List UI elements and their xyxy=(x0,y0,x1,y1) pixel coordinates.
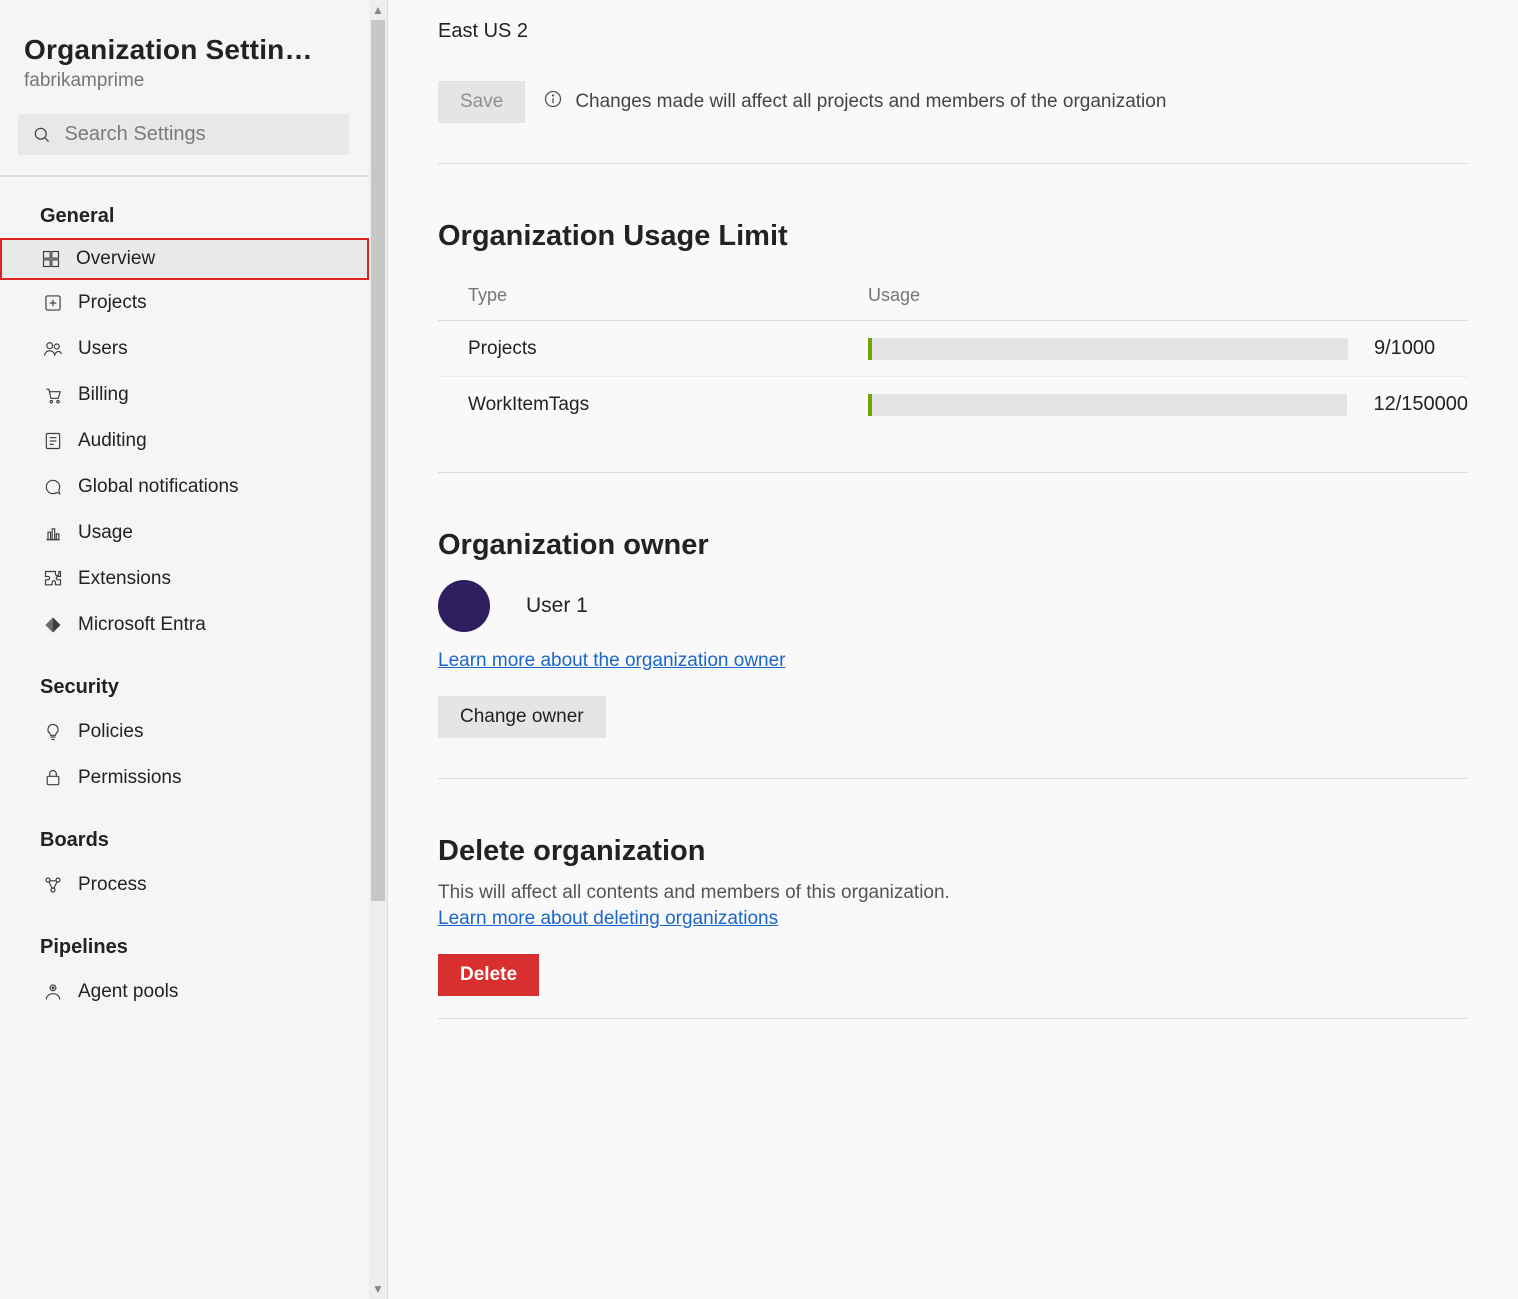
entra-icon xyxy=(42,614,64,636)
sidebar-section-heading: Boards xyxy=(0,801,369,862)
region-label: East US 2 xyxy=(438,0,1468,43)
usage-table-body: Projects 9/1000 WorkItemTags 12/150000 xyxy=(438,321,1468,432)
usage-bar xyxy=(868,394,1348,416)
sidebar-item-billing[interactable]: Billing xyxy=(0,372,369,418)
lock-icon xyxy=(42,767,64,789)
agent-icon xyxy=(42,981,64,1003)
cart-icon xyxy=(42,384,64,406)
plusbox-icon xyxy=(42,292,64,314)
scrollbar-thumb[interactable] xyxy=(371,20,385,901)
users-icon xyxy=(42,338,64,360)
search-icon xyxy=(32,124,52,146)
sidebar-search[interactable] xyxy=(18,114,349,155)
save-info-text: Changes made will affect all projects an… xyxy=(575,91,1166,113)
scrollbar-track[interactable] xyxy=(369,20,387,1279)
sidebar-item-process[interactable]: Process xyxy=(0,862,369,908)
usage-bar xyxy=(868,338,1348,360)
sidebar-item-label: Users xyxy=(78,338,128,360)
avatar xyxy=(438,580,490,632)
sidebar-item-label: Auditing xyxy=(78,430,147,452)
owner-learn-more-link[interactable]: Learn more about the organization owner xyxy=(438,650,786,671)
delete-description: This will affect all contents and member… xyxy=(438,882,1468,904)
usage-row: Projects 9/1000 xyxy=(438,321,1468,377)
usage-col-type: Type xyxy=(468,285,868,306)
sidebar-item-globalnotifications[interactable]: Global notifications xyxy=(0,464,369,510)
app-root: Organization Settin… fabrikamprime Gener… xyxy=(0,0,1518,1299)
usage-row-type: Projects xyxy=(468,338,868,360)
sidebar-item-auditing[interactable]: Auditing xyxy=(0,418,369,464)
owner-heading: Organization owner xyxy=(438,529,1468,562)
owner-name: User 1 xyxy=(526,594,588,618)
sidebar-section-heading: Security xyxy=(0,648,369,709)
sidebar-item-policies[interactable]: Policies xyxy=(0,709,369,755)
save-info-message: Changes made will affect all projects an… xyxy=(543,89,1166,115)
save-button[interactable]: Save xyxy=(438,81,525,123)
delete-learn-more-link[interactable]: Learn more about deleting organizations xyxy=(438,908,778,929)
bubble-icon xyxy=(42,476,64,498)
grid-icon xyxy=(40,248,62,270)
sidebar: Organization Settin… fabrikamprime Gener… xyxy=(0,0,388,1299)
sidebar-item-label: Process xyxy=(78,874,147,896)
list-icon xyxy=(42,430,64,452)
sidebar-item-label: Overview xyxy=(76,248,155,270)
delete-button[interactable]: Delete xyxy=(438,954,539,996)
sidebar-subtitle: fabrikamprime xyxy=(24,70,349,92)
sidebar-item-label: Global notifications xyxy=(78,476,239,498)
sidebar-item-users[interactable]: Users xyxy=(0,326,369,372)
sidebar-item-microsoftentra[interactable]: Microsoft Entra xyxy=(0,602,369,648)
usage-row-value: 12/150000 xyxy=(1373,393,1468,416)
search-input[interactable] xyxy=(52,122,335,147)
sidebar-item-projects[interactable]: Projects xyxy=(0,280,369,326)
sidebar-item-label: Billing xyxy=(78,384,129,406)
puzzle-icon xyxy=(42,568,64,590)
main-content: East US 2 Save Changes made will affect … xyxy=(388,0,1518,1299)
delete-heading: Delete organization xyxy=(438,835,1468,868)
bulb-icon xyxy=(42,721,64,743)
barchart-icon xyxy=(42,522,64,544)
usage-row-value: 9/1000 xyxy=(1374,337,1435,360)
sidebar-nav: General Overview Projects Users Billing Audit… xyxy=(0,177,369,1015)
usage-row-type: WorkItemTags xyxy=(468,394,868,416)
sidebar-item-permissions[interactable]: Permissions xyxy=(0,755,369,801)
sidebar-title: Organization Settin… xyxy=(24,34,349,66)
process-icon xyxy=(42,874,64,896)
change-owner-button[interactable]: Change owner xyxy=(438,696,606,738)
sidebar-item-usage[interactable]: Usage xyxy=(0,510,369,556)
sidebar-item-label: Extensions xyxy=(78,568,171,590)
scroll-up-icon[interactable]: ▲ xyxy=(372,0,384,20)
sidebar-item-extensions[interactable]: Extensions xyxy=(0,556,369,602)
usage-limit-heading: Organization Usage Limit xyxy=(438,220,1468,253)
sidebar-item-label: Permissions xyxy=(78,767,181,789)
sidebar-item-overview[interactable]: Overview xyxy=(0,238,369,280)
sidebar-scrollbar[interactable]: ▲ ▼ xyxy=(369,0,387,1299)
info-icon xyxy=(543,89,563,115)
sidebar-item-label: Agent pools xyxy=(78,981,178,1003)
usage-table-header: Type Usage xyxy=(438,267,1468,321)
sidebar-item-label: Projects xyxy=(78,292,147,314)
usage-row: WorkItemTags 12/150000 xyxy=(438,377,1468,432)
usage-col-usage: Usage xyxy=(868,285,920,306)
sidebar-item-label: Microsoft Entra xyxy=(78,614,206,636)
sidebar-item-label: Policies xyxy=(78,721,143,743)
sidebar-section-heading: General xyxy=(0,177,369,238)
sidebar-section-heading: Pipelines xyxy=(0,908,369,969)
sidebar-item-agentpools[interactable]: Agent pools xyxy=(0,969,369,1015)
scroll-down-icon[interactable]: ▼ xyxy=(372,1279,384,1299)
sidebar-header: Organization Settin… fabrikamprime xyxy=(0,0,369,100)
sidebar-item-label: Usage xyxy=(78,522,133,544)
